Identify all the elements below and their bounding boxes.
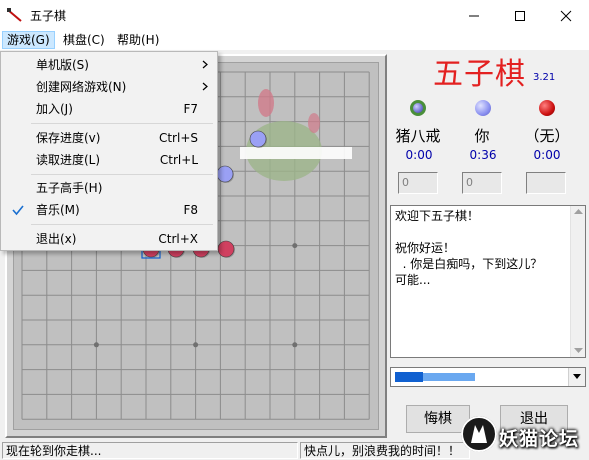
close-button[interactable] xyxy=(543,0,589,30)
menu-item-single-player[interactable]: 单机版(S) xyxy=(2,54,216,76)
menu-item-save-progress[interactable]: 保存进度(v) Ctrl+S xyxy=(2,127,216,149)
player1-field: 0 xyxy=(398,172,438,194)
player2-field: 0 xyxy=(462,172,502,194)
player3-stone-icon xyxy=(539,100,555,116)
combo-selection xyxy=(395,370,475,384)
window-title: 五子棋 xyxy=(30,9,67,23)
version-label: 3.21 xyxy=(533,72,556,83)
close-icon xyxy=(560,10,572,22)
menu-separator xyxy=(31,224,213,225)
player-stone xyxy=(249,130,267,148)
opponent-stone xyxy=(217,240,235,258)
status-turn: 现在轮到你走棋... xyxy=(2,442,298,459)
menu-bar: 游戏(G) 棋盘(C) 帮助(H) xyxy=(0,30,589,50)
status-taunt: 快点儿，别浪费我的时间！！ xyxy=(300,442,470,459)
forum-watermark: 妖猫论坛 xyxy=(457,412,589,460)
menu-item-create-network-game[interactable]: 创建网络游戏(N) xyxy=(2,76,216,98)
player1-stone-icon xyxy=(410,100,426,116)
maximize-icon xyxy=(515,11,525,21)
chat-scrollbar[interactable] xyxy=(570,206,585,357)
player3-field xyxy=(526,172,566,194)
scroll-up-icon[interactable] xyxy=(574,209,583,215)
cat-logo-icon xyxy=(461,416,497,452)
menu-item-join[interactable]: 加入(J) F7 xyxy=(2,98,216,120)
minimize-icon xyxy=(469,15,479,17)
player3-name: （无） xyxy=(524,127,570,145)
scroll-down-icon[interactable] xyxy=(574,348,583,354)
board-star-point xyxy=(93,342,99,348)
gomoku-app-icon xyxy=(7,8,22,22)
splash-decoration xyxy=(258,89,274,117)
menu-item-music[interactable]: 音乐(M) F8 xyxy=(2,199,216,221)
chevron-down-icon xyxy=(573,374,581,379)
menu-item-expert[interactable]: 五子高手(H) xyxy=(2,177,216,199)
menu-separator xyxy=(31,123,213,124)
game-title: 五子棋 xyxy=(433,57,526,92)
player3-timer: 0:00 xyxy=(533,148,561,162)
combo-selection-highlight xyxy=(395,372,475,382)
maximize-button[interactable] xyxy=(497,0,543,30)
player2-name: 你 xyxy=(474,127,490,145)
player1-name: 猪八戒 xyxy=(395,127,441,145)
watermark-text: 妖猫论坛 xyxy=(499,428,580,450)
menu-help[interactable]: 帮助(H) xyxy=(112,31,164,49)
menu-item-load-progress[interactable]: 读取进度(L) Ctrl+L xyxy=(2,149,216,171)
board-star-point xyxy=(193,342,199,348)
player2-stone-icon xyxy=(475,100,491,116)
submenu-arrow-icon xyxy=(202,82,208,91)
checkmark-icon xyxy=(12,205,24,216)
board-star-point xyxy=(292,243,298,249)
splash-highlight xyxy=(240,147,352,159)
splash-decoration xyxy=(308,113,320,133)
game-menu-dropdown: 单机版(S) 创建网络游戏(N) 加入(J) F7 保存进度(v) Ctrl+S… xyxy=(0,51,218,251)
menu-separator xyxy=(31,174,213,175)
menu-item-exit[interactable]: 退出(x) Ctrl+X xyxy=(2,228,216,250)
player2-timer: 0:36 xyxy=(469,148,497,162)
chat-log[interactable]: 欢迎下五子棋！ 祝你好运！ . 你是白痴吗，下到这儿？ 可能... xyxy=(390,205,586,358)
submenu-arrow-icon xyxy=(202,60,208,69)
board-star-point xyxy=(292,342,298,348)
menu-board[interactable]: 棋盘(C) xyxy=(58,31,110,49)
player-stone xyxy=(216,165,234,183)
combo-dropdown-button[interactable] xyxy=(568,368,585,386)
player1-timer: 0:00 xyxy=(405,148,433,162)
minimize-button[interactable] xyxy=(451,0,497,30)
chat-messages: 欢迎下五子棋！ 祝你好运！ . 你是白痴吗，下到这儿？ 可能... xyxy=(395,209,543,287)
menu-game[interactable]: 游戏(G) xyxy=(2,31,55,49)
chat-input-combo[interactable] xyxy=(390,367,586,387)
title-bar: 五子棋 xyxy=(0,0,589,30)
